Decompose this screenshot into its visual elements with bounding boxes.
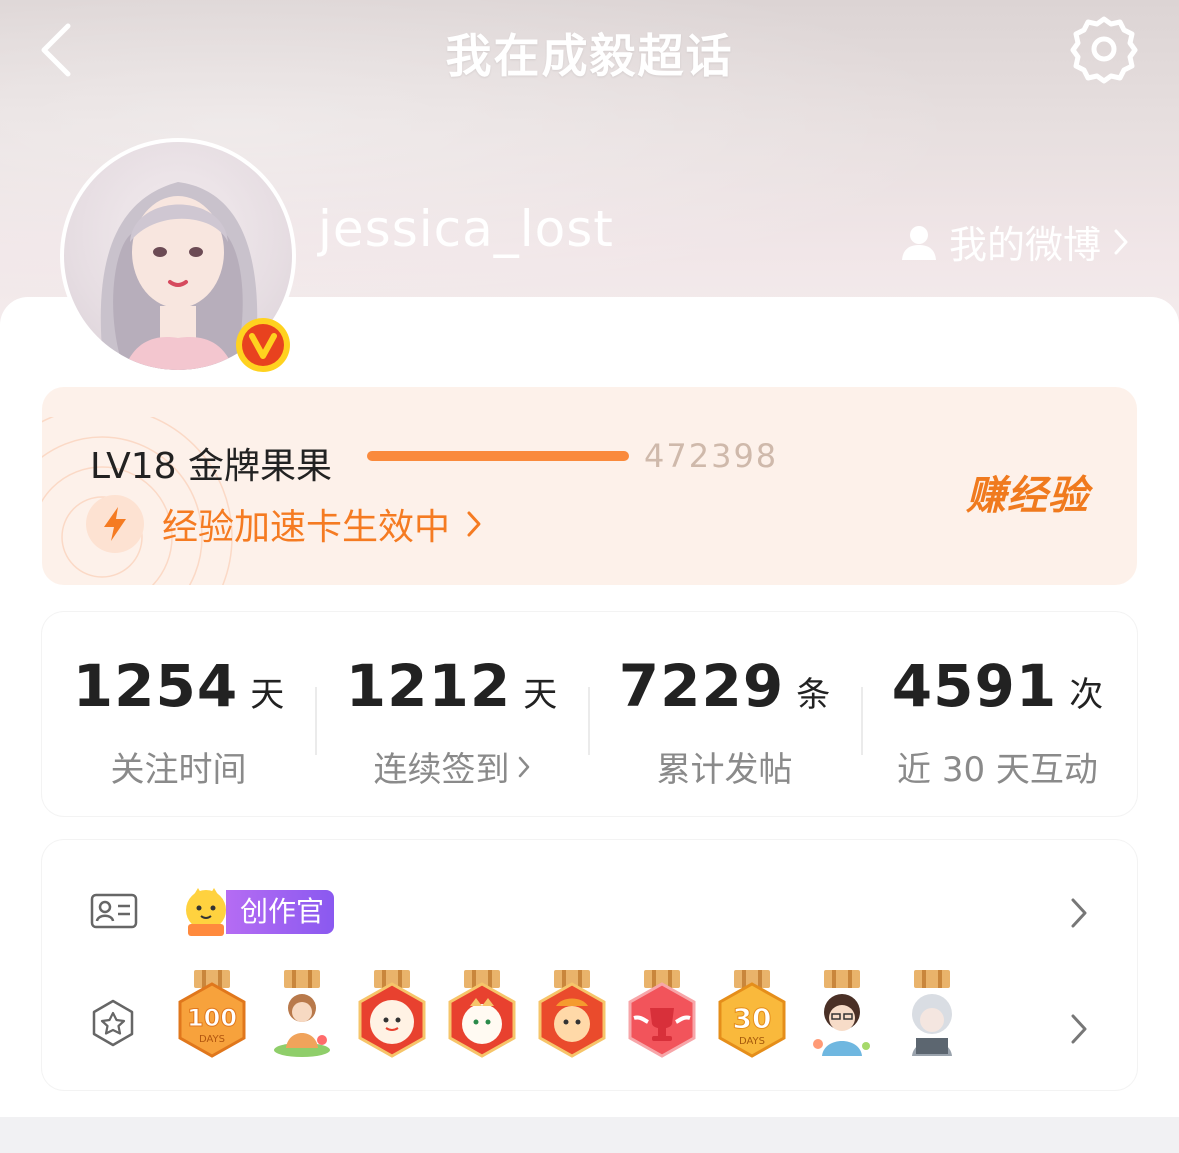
user-icon: [901, 225, 936, 260]
medal-star-icon: [92, 999, 134, 1047]
creator-badge-label: 创作官: [226, 890, 335, 934]
stat-label: 近 30 天互动: [897, 750, 1098, 790]
100-days-medal[interactable]: 100 DAYS: [176, 970, 248, 1058]
stat-label: 连续签到: [373, 750, 510, 790]
character-medal-boy[interactable]: [806, 970, 878, 1058]
chevron-right-icon: [1071, 898, 1087, 928]
stat-unit: 条: [796, 675, 831, 715]
level-panel[interactable]: LV18 金牌果果 472398 经验加速卡生效中 赚经验: [42, 387, 1137, 585]
stat-checkin-streak[interactable]: 1212 天 连续签到: [315, 652, 588, 791]
character-medal-silver[interactable]: [896, 970, 968, 1058]
stat-value: 1212: [345, 652, 512, 720]
stat-value: 7229: [618, 652, 785, 720]
id-card-icon: [90, 893, 138, 929]
creator-badge: 创作官: [178, 888, 335, 936]
stats-panel: 1254 天 关注时间 1212 天 连续签到 7229 条 累计发帖 4591 次 近…: [42, 612, 1137, 816]
stat-follow-days: 1254 天 关注时间: [42, 652, 315, 791]
my-weibo-link[interactable]: 我的微博: [899, 214, 1131, 269]
badges-panel: 创作官 100 DAYS 30 DAYS: [42, 840, 1137, 1090]
dragon-medal-red-3[interactable]: [536, 970, 608, 1058]
stat-unit: 天: [250, 675, 285, 715]
earn-experience-button[interactable]: 赚经验: [966, 463, 1089, 521]
level-label: LV18 金牌果果: [90, 446, 332, 487]
stat-label: 累计发帖: [656, 750, 793, 790]
stat-value: 4591: [891, 652, 1058, 720]
30-days-medal[interactable]: 30 DAYS: [716, 970, 788, 1058]
chevron-right-icon: [518, 756, 529, 777]
character-medal-girl[interactable]: [266, 970, 338, 1058]
boost-status-text: 经验加速卡生效中: [162, 507, 451, 548]
medal-text: 30: [733, 1002, 772, 1035]
stat-total-posts: 7229 条 累计发帖: [588, 652, 861, 791]
settings-button[interactable]: [1069, 14, 1139, 84]
experience-progress-bar: [367, 451, 629, 461]
dragon-medal-red-2[interactable]: [446, 970, 518, 1058]
chevron-right-icon: [1114, 229, 1128, 254]
medals-list: 100 DAYS 30 DAYS: [176, 970, 986, 1058]
bottom-divider: [0, 1117, 1179, 1153]
chevron-right-icon: [467, 511, 481, 537]
experience-progress-fill: [367, 451, 629, 461]
stat-unit: 次: [1069, 675, 1104, 715]
gear-icon: [1070, 16, 1138, 84]
medal-text: 100: [187, 1004, 237, 1032]
identity-row[interactable]: 创作官: [42, 840, 1137, 960]
trophy-medal[interactable]: [626, 970, 698, 1058]
stat-unit: 天: [523, 675, 558, 715]
my-weibo-label: 我的微博: [948, 223, 1101, 267]
stat-label: 关注时间: [110, 750, 247, 790]
verified-badge-icon: [234, 316, 292, 374]
experience-value: 472398: [644, 437, 779, 475]
creator-mascot-icon: [186, 888, 226, 936]
username: jessica_lost: [318, 200, 614, 258]
chevron-right-icon: [1071, 1014, 1087, 1044]
top-nav-bar: 我在成毅超话: [0, 0, 1179, 110]
dragon-medal-red-1[interactable]: [356, 970, 428, 1058]
medal-subtext: DAYS: [199, 1034, 225, 1045]
medal-subtext: DAYS: [739, 1036, 765, 1047]
page-title: 我在成毅超话: [445, 29, 734, 83]
stat-value: 1254: [72, 652, 239, 720]
stat-interactions-30d: 4591 次 近 30 天互动: [861, 652, 1134, 791]
lightning-icon: [86, 495, 144, 553]
boost-card-link[interactable]: 经验加速卡生效中: [86, 495, 482, 553]
